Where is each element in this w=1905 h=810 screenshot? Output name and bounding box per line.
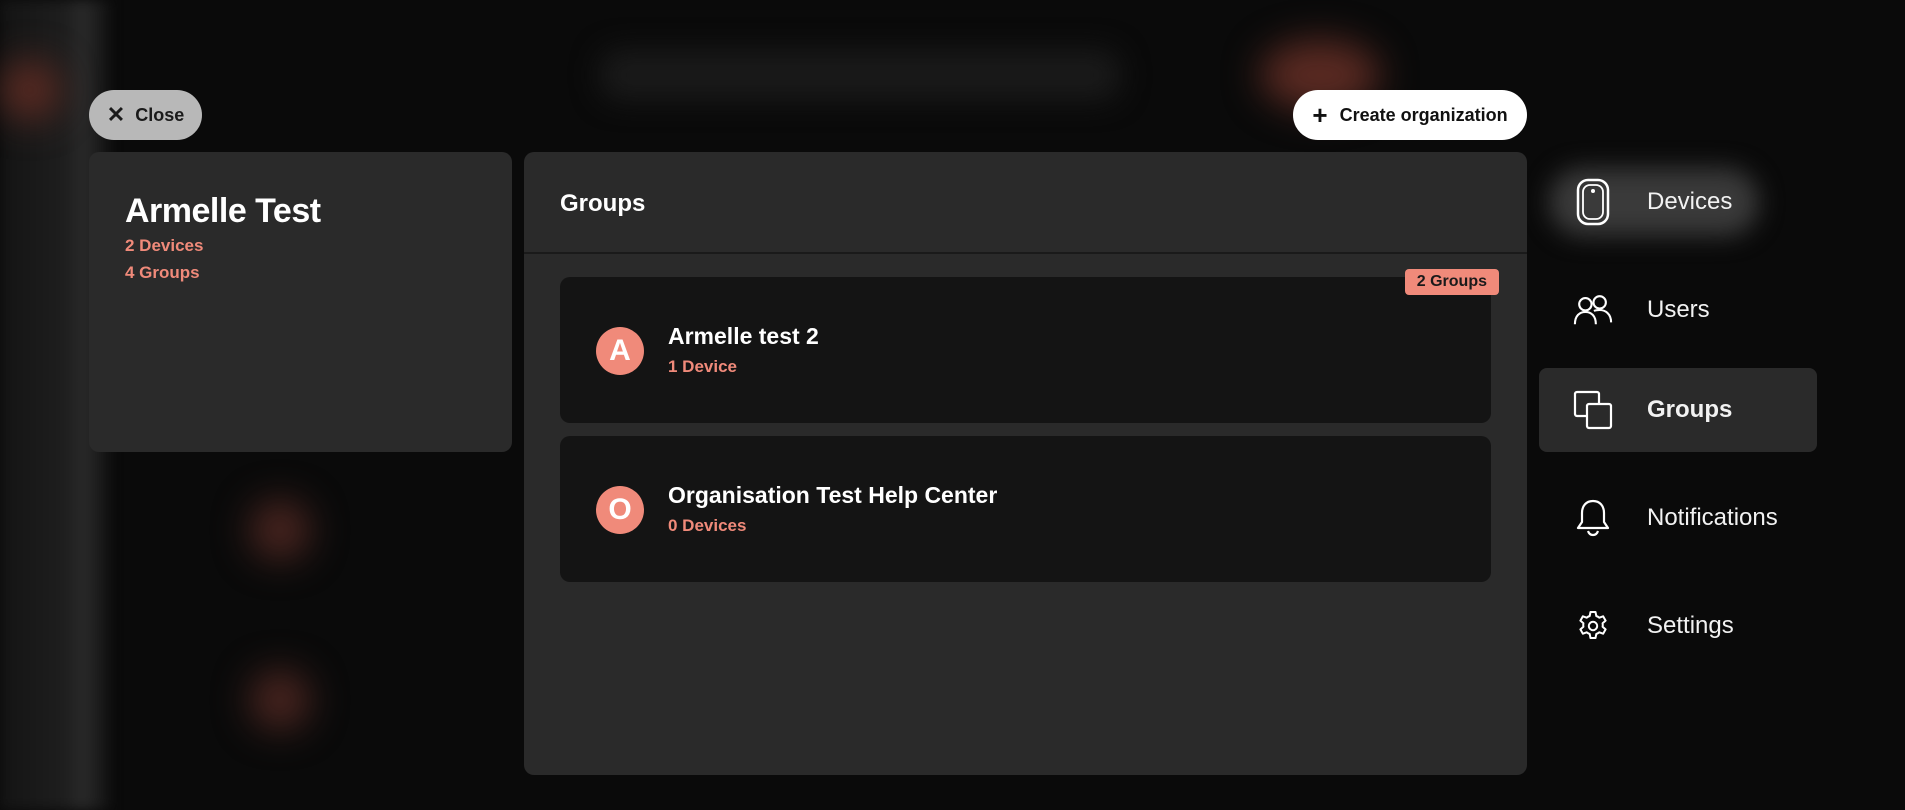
- groups-header: Groups: [524, 152, 1527, 254]
- nav-item-notifications[interactable]: Notifications: [1539, 476, 1817, 560]
- nav-item-settings[interactable]: Settings: [1539, 584, 1817, 668]
- background-blob: [250, 670, 310, 730]
- create-organization-button[interactable]: + Create organization: [1293, 90, 1527, 140]
- nav-item-devices[interactable]: Devices: [1539, 160, 1817, 244]
- organization-devices-count: 2 Devices: [125, 236, 204, 255]
- close-label: Close: [135, 104, 185, 125]
- groups-icon: [1573, 390, 1613, 430]
- bell-icon: [1573, 498, 1613, 538]
- gear-icon: [1573, 606, 1613, 646]
- nav-item-label: Users: [1647, 296, 1710, 323]
- nav-item-groups[interactable]: Groups: [1539, 368, 1817, 452]
- nav-item-label: Groups: [1647, 396, 1733, 423]
- users-icon: [1573, 290, 1613, 330]
- group-name: Organisation Test Help Center: [668, 482, 998, 508]
- group-device-count: 1 Device: [668, 357, 737, 376]
- organization-groups-count: 4 Groups: [125, 263, 200, 282]
- group-avatar: O: [596, 486, 644, 534]
- groups-panel: Groups A Armelle test 2 1 Device 2 Group…: [524, 152, 1527, 775]
- background-blob: [0, 60, 60, 120]
- background-blob: [250, 500, 310, 560]
- nav-item-label: Notifications: [1647, 504, 1778, 531]
- close-button[interactable]: ✕ Close: [89, 90, 202, 140]
- group-avatar: A: [596, 327, 644, 375]
- background-bar: [600, 50, 1120, 100]
- organization-name: Armelle Test: [125, 192, 321, 230]
- nav-item-label: Devices: [1647, 188, 1733, 215]
- plus-icon: +: [1312, 100, 1328, 130]
- nav-item-label: Settings: [1647, 612, 1734, 639]
- create-organization-label: Create organization: [1339, 104, 1508, 125]
- device-icon: [1573, 178, 1613, 226]
- group-card-organisation-test-help-center[interactable]: O Organisation Test Help Center 0 Device…: [560, 436, 1491, 582]
- close-icon: ✕: [106, 102, 126, 127]
- group-count-badge: 2 Groups: [1404, 269, 1499, 295]
- group-name: Armelle test 2: [668, 323, 819, 349]
- nav-item-users[interactable]: Users: [1539, 268, 1817, 352]
- groups-title: Groups: [560, 190, 646, 217]
- organization-card: Armelle Test 2 Devices 4 Groups: [89, 152, 512, 452]
- group-card-armelle-test-2[interactable]: A Armelle test 2 1 Device 2 Groups: [560, 269, 1499, 423]
- group-device-count: 0 Devices: [668, 516, 747, 535]
